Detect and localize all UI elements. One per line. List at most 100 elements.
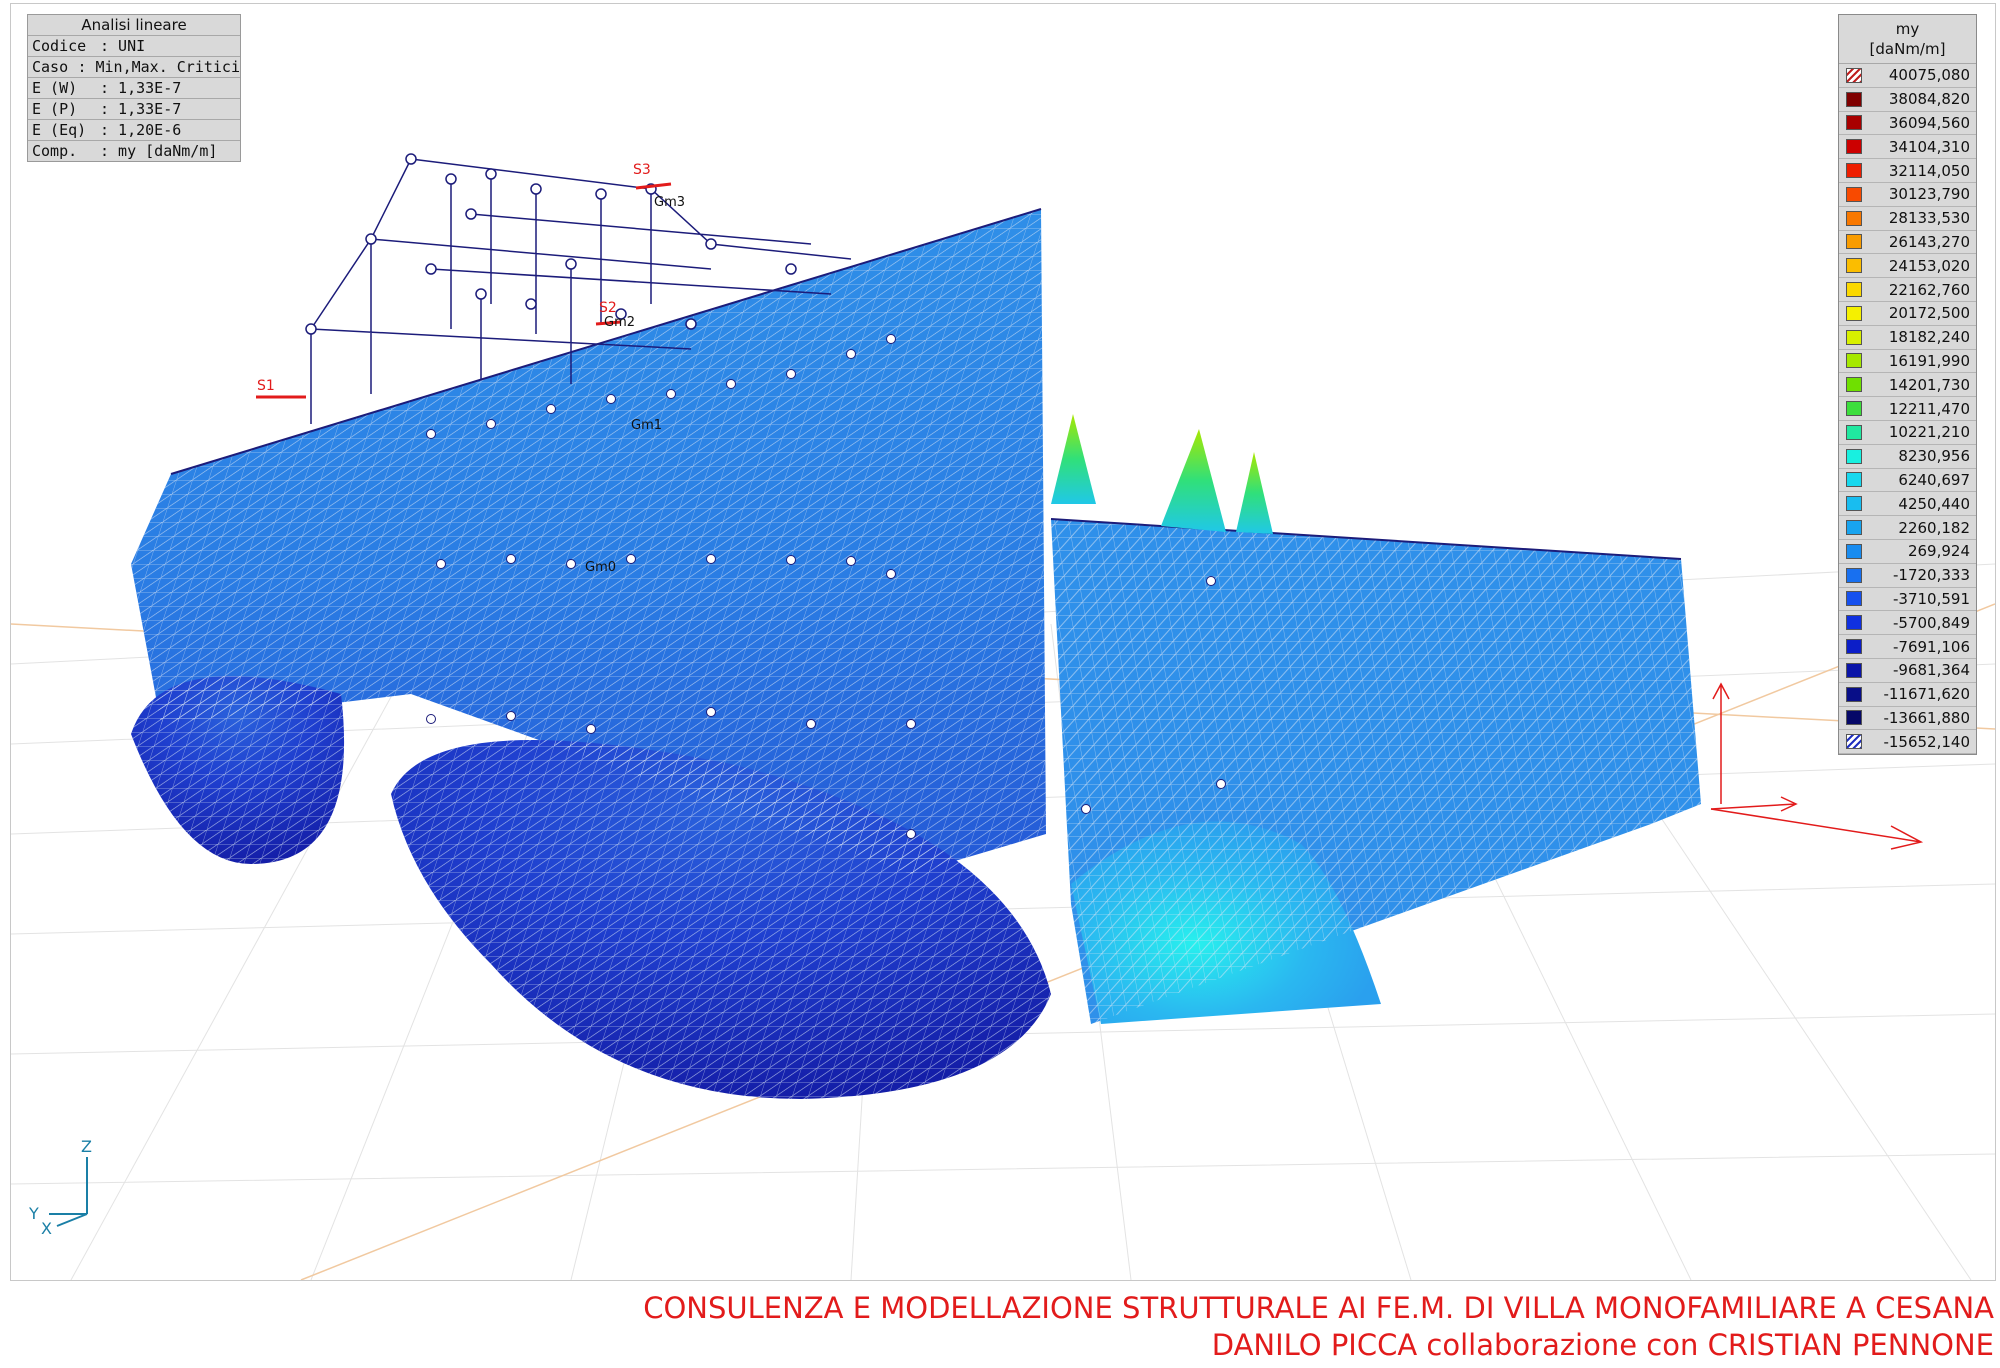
legend-value: 8230,956	[1898, 447, 1970, 466]
legend-swatch	[1846, 305, 1862, 321]
info-value: : UNI	[100, 37, 146, 55]
legend-swatch	[1846, 734, 1862, 750]
info-value: : 1,33E-7	[100, 100, 182, 118]
legend-swatch	[1846, 472, 1862, 488]
caption-line-2: DANILO PICCA collaborazione con CRISTIAN…	[1211, 1328, 1994, 1362]
legend-value: -11671,620	[1883, 685, 1970, 704]
axis-label-z: Z	[81, 1137, 92, 1156]
legend-value: -3710,591	[1893, 589, 1970, 608]
legend-value: -1720,333	[1893, 566, 1970, 585]
legend-item: 20172,500	[1839, 302, 1976, 326]
legend-swatch	[1846, 401, 1862, 417]
legend-value: 32114,050	[1888, 161, 1970, 180]
legend-item: -1720,333	[1839, 564, 1976, 588]
info-value: : my [daNm/m]	[100, 142, 218, 160]
label-gm0: Gm0	[585, 560, 616, 575]
left-wall-mesh	[131, 208, 1051, 1099]
legend-swatch	[1846, 424, 1862, 440]
legend-swatch	[1846, 686, 1862, 702]
caption: CONSULENZA E MODELLAZIONE STRUTTURALE AI…	[643, 1290, 1994, 1364]
legend-value: 28133,530	[1888, 209, 1970, 228]
legend-item: -13661,880	[1839, 707, 1976, 731]
info-row: E (Eq): 1,20E-6	[28, 120, 240, 141]
legend-item: 40075,080	[1839, 64, 1976, 88]
legend-value: 24153,020	[1888, 256, 1970, 275]
legend-swatch	[1846, 210, 1862, 226]
legend-item: 2260,182	[1839, 516, 1976, 540]
info-key: Comp.	[32, 142, 78, 160]
legend-item: -5700,849	[1839, 611, 1976, 636]
info-row: Codice : UNI	[28, 36, 240, 57]
legend-swatch	[1846, 91, 1862, 107]
analysis-info-panel: Analisi lineare Codice: UNI Caso: Min,Max…	[27, 14, 241, 162]
right-wall-mesh	[1050, 518, 1701, 1024]
legend-title: my	[1895, 20, 1920, 38]
caption-line-1: CONSULENZA E MODELLAZIONE STRUTTURALE AI…	[643, 1291, 1994, 1325]
legend-item: -15652,140	[1839, 730, 1976, 755]
legend-item: -7691,106	[1839, 635, 1976, 659]
legend-value: 38084,820	[1888, 90, 1970, 109]
label-s3: S3	[633, 162, 651, 178]
legend-value: 14201,730	[1888, 375, 1970, 394]
legend-item: 36094,560	[1839, 112, 1976, 136]
legend-value: 34104,310	[1888, 137, 1970, 156]
legend-value: 4250,440	[1898, 494, 1970, 513]
legend-value: 36094,560	[1888, 113, 1970, 132]
axis-triad-icon	[49, 1157, 88, 1227]
info-row: E (P) : 1,33E-7	[28, 99, 240, 120]
legend-swatch	[1846, 615, 1862, 631]
info-value: : Min,Max. Critici	[77, 58, 240, 76]
info-key: Caso	[32, 58, 69, 76]
legend-swatch	[1846, 353, 1862, 369]
stress-spikes	[1051, 414, 1273, 534]
legend-value: -5700,849	[1893, 613, 1970, 632]
model-viewport[interactable]: S1 S3 S2 Gm3 Gm2 Gm1 Gm0 Z Y X Analisi l…	[10, 3, 1996, 1281]
label-gm3: Gm3	[654, 195, 685, 210]
legend-value: 20172,500	[1888, 304, 1970, 323]
legend-swatch	[1846, 496, 1862, 512]
legend-item: 8230,956	[1839, 445, 1976, 469]
legend-swatch	[1846, 377, 1862, 393]
legend-value: 12211,470	[1888, 399, 1970, 418]
fem-scene[interactable]: S1 S3 S2 Gm3 Gm2 Gm1 Gm0 Z Y X	[11, 4, 1995, 1280]
label-gm1: Gm1	[631, 418, 662, 433]
legend-swatch	[1846, 520, 1862, 536]
legend-item: 38084,820	[1839, 88, 1976, 112]
legend-item: -3710,591	[1839, 588, 1976, 612]
legend-item: 22162,760	[1839, 278, 1976, 302]
legend-swatch	[1846, 329, 1862, 345]
legend-value: 22162,760	[1888, 280, 1970, 299]
legend-swatch	[1846, 567, 1862, 583]
legend-value: -7691,106	[1893, 637, 1970, 656]
legend-value: -15652,140	[1883, 732, 1970, 751]
legend-swatch	[1846, 662, 1862, 678]
legend-swatch	[1846, 710, 1862, 726]
legend-value: 16191,990	[1888, 351, 1970, 370]
label-gm2: Gm2	[604, 315, 635, 330]
info-value: : 1,20E-6	[100, 121, 182, 139]
legend-item: 14201,730	[1839, 373, 1976, 398]
info-key: Codice	[32, 37, 87, 55]
axis-label-x: X	[41, 1219, 52, 1238]
legend-unit: [daNm/m]	[1869, 40, 1946, 58]
color-legend: my [daNm/m] 40075,080 38084,820 36094,560 3…	[1838, 14, 1977, 756]
label-s1: S1	[257, 378, 275, 394]
legend-swatch	[1846, 639, 1862, 655]
legend-value: -13661,880	[1883, 708, 1970, 727]
legend-item: 16191,990	[1839, 350, 1976, 374]
legend-item: 18182,240	[1839, 326, 1976, 350]
legend-value: 6240,697	[1898, 470, 1970, 489]
info-value: : 1,33E-7	[100, 79, 182, 97]
legend-swatch	[1846, 67, 1862, 83]
legend-swatch	[1846, 163, 1862, 179]
legend-item: 6240,697	[1839, 469, 1976, 493]
info-key: E (W)	[32, 79, 78, 97]
legend-swatch	[1846, 115, 1862, 131]
label-s2: S2	[599, 300, 617, 316]
legend-item: 34104,310	[1839, 135, 1976, 160]
legend-value: 269,924	[1907, 542, 1970, 561]
legend-swatch	[1846, 258, 1862, 274]
legend-swatch	[1846, 234, 1862, 250]
info-key: E (P)	[32, 100, 78, 118]
legend-value: 40075,080	[1888, 66, 1970, 85]
